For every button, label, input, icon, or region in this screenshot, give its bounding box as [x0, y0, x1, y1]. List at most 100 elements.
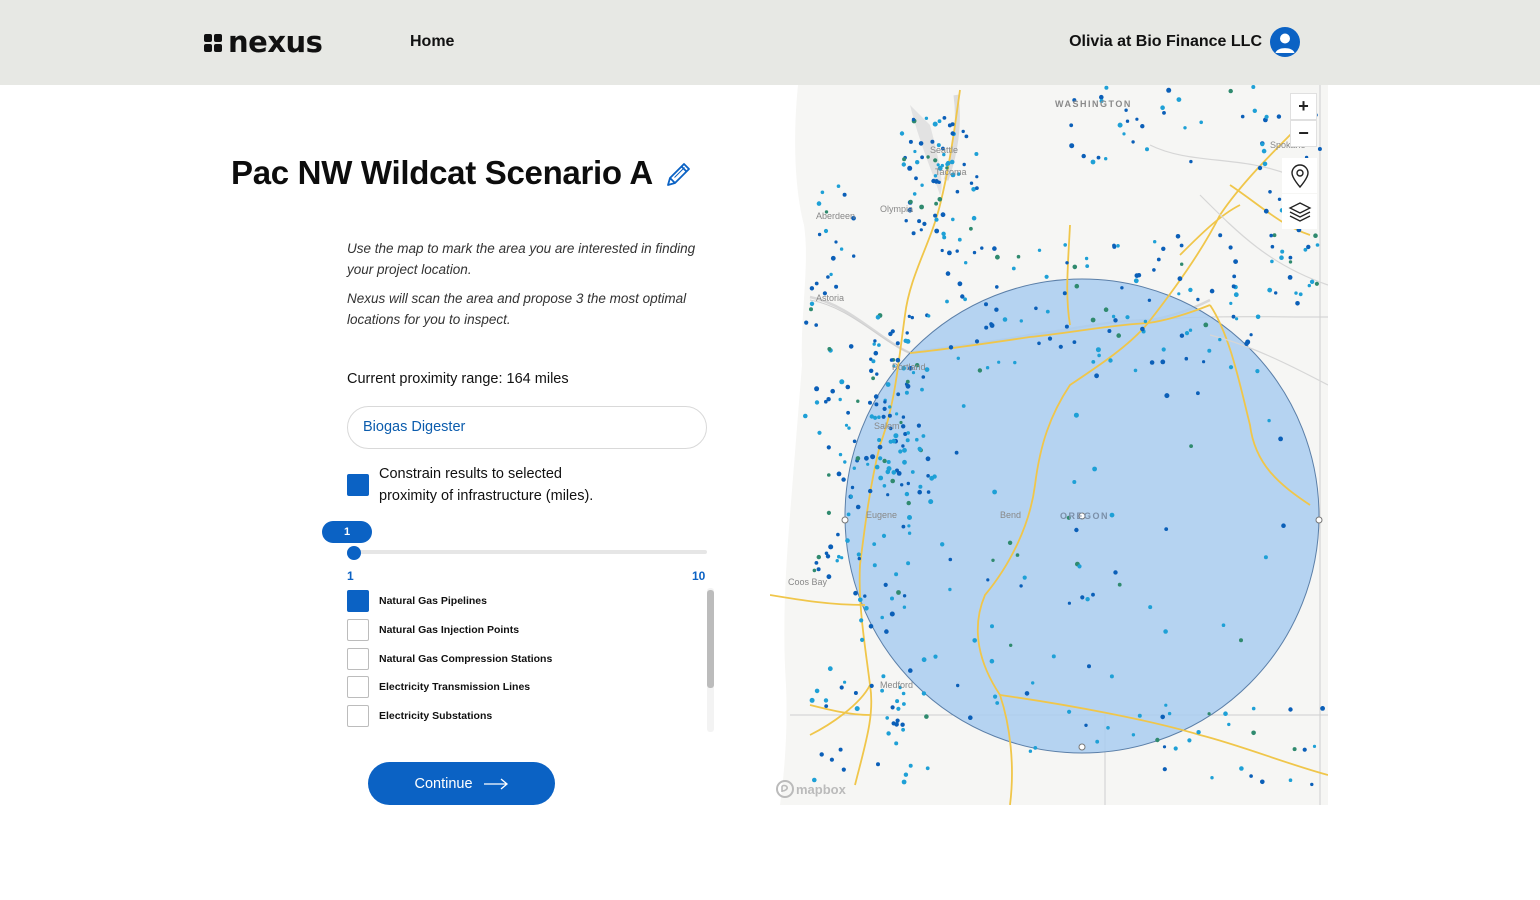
- infrastructure-point[interactable]: [1116, 244, 1120, 248]
- infrastructure-point[interactable]: [902, 605, 907, 609]
- infrastructure-point[interactable]: [1113, 318, 1118, 323]
- infrastructure-point[interactable]: [1161, 246, 1166, 251]
- infrastructure-point[interactable]: [949, 159, 955, 165]
- infrastructure-point[interactable]: [809, 301, 815, 306]
- infrastructure-point[interactable]: [925, 456, 931, 462]
- infrastructure-point[interactable]: [948, 587, 952, 592]
- infrastructure-point[interactable]: [1090, 317, 1096, 323]
- infrastructure-point[interactable]: [1233, 259, 1238, 264]
- infrastructure-point[interactable]: [977, 368, 983, 373]
- infrastructure-point[interactable]: [915, 437, 919, 442]
- infrastructure-point[interactable]: [845, 384, 851, 390]
- infrastructure-point[interactable]: [933, 654, 938, 659]
- infrastructure-point[interactable]: [1218, 337, 1222, 342]
- infrastructure-point[interactable]: [904, 491, 910, 497]
- infrastructure-point[interactable]: [1199, 120, 1203, 125]
- infrastructure-point[interactable]: [858, 597, 863, 603]
- infrastructure-point[interactable]: [1188, 328, 1193, 332]
- infrastructure-point[interactable]: [951, 217, 955, 222]
- infrastructure-point[interactable]: [1120, 286, 1124, 290]
- infrastructure-point[interactable]: [1011, 266, 1016, 271]
- infrastructure-point[interactable]: [937, 119, 942, 124]
- infrastructure-point[interactable]: [968, 715, 973, 720]
- infrastructure-point[interactable]: [885, 382, 891, 387]
- infrastructure-point[interactable]: [1085, 597, 1090, 602]
- infrastructure-point[interactable]: [870, 454, 876, 460]
- infrastructure-point[interactable]: [921, 434, 926, 438]
- infrastructure-point[interactable]: [826, 445, 831, 450]
- infrastructure-point[interactable]: [836, 532, 840, 537]
- nav-home-link[interactable]: Home: [410, 33, 454, 51]
- infrastructure-point[interactable]: [871, 376, 875, 381]
- infrastructure-point[interactable]: [993, 694, 998, 699]
- infrastructure-point[interactable]: [906, 431, 910, 435]
- infrastructure-point[interactable]: [1202, 360, 1206, 364]
- infrastructure-point[interactable]: [964, 261, 968, 265]
- infrastructure-point[interactable]: [847, 426, 851, 430]
- infrastructure-point[interactable]: [836, 471, 842, 477]
- infrastructure-point[interactable]: [843, 680, 847, 684]
- infrastructure-point[interactable]: [837, 554, 841, 559]
- infrastructure-point[interactable]: [812, 568, 817, 573]
- edit-pencil-icon[interactable]: [662, 158, 694, 190]
- user-avatar-icon[interactable]: [1270, 27, 1300, 57]
- infrastructure-point[interactable]: [918, 484, 923, 489]
- infrastructure-point[interactable]: [803, 413, 808, 419]
- infrastructure-point[interactable]: [902, 459, 907, 465]
- infrastructure-point[interactable]: [1133, 368, 1138, 373]
- infrastructure-point[interactable]: [850, 485, 855, 490]
- infrastructure-point[interactable]: [1095, 739, 1100, 744]
- infrastructure-point[interactable]: [1262, 161, 1268, 167]
- infrastructure-point[interactable]: [974, 339, 980, 344]
- infrastructure-point[interactable]: [894, 741, 899, 746]
- infrastructure-point[interactable]: [926, 155, 930, 159]
- infrastructure-point[interactable]: [910, 315, 914, 320]
- infrastructure-point[interactable]: [932, 121, 938, 127]
- infrastructure-point[interactable]: [864, 455, 869, 461]
- infrastructure-point[interactable]: [1188, 287, 1193, 293]
- infrastructure-point[interactable]: [915, 160, 920, 165]
- infrastructure-point[interactable]: [1288, 707, 1293, 712]
- infrastructure-point[interactable]: [890, 705, 895, 710]
- infrastructure-point[interactable]: [1072, 480, 1077, 484]
- infrastructure-option[interactable]: Natural Gas Compression Stations: [347, 648, 687, 670]
- infrastructure-point[interactable]: [859, 618, 864, 623]
- infrastructure-point[interactable]: [995, 285, 999, 289]
- infrastructure-point[interactable]: [1239, 766, 1244, 771]
- infrastructure-point[interactable]: [1015, 553, 1020, 557]
- nexus-logo[interactable]: nexus: [204, 25, 323, 59]
- infrastructure-point[interactable]: [1303, 247, 1308, 252]
- infrastructure-point[interactable]: [1084, 256, 1089, 261]
- infrastructure-point[interactable]: [1031, 681, 1035, 685]
- infrastructure-point[interactable]: [1167, 711, 1172, 716]
- infrastructure-point[interactable]: [902, 594, 907, 598]
- infrastructure-point[interactable]: [827, 666, 833, 672]
- infrastructure-point[interactable]: [825, 554, 831, 559]
- infrastructure-point[interactable]: [840, 556, 844, 560]
- infrastructure-point[interactable]: [1064, 324, 1069, 329]
- infrastructure-point[interactable]: [1207, 348, 1212, 353]
- infrastructure-point[interactable]: [1097, 353, 1101, 358]
- infrastructure-point[interactable]: [980, 246, 984, 250]
- infrastructure-point[interactable]: [917, 447, 923, 452]
- infrastructure-point[interactable]: [1037, 248, 1042, 252]
- infrastructure-point[interactable]: [1084, 723, 1088, 727]
- infrastructure-point[interactable]: [839, 247, 844, 251]
- infrastructure-point[interactable]: [1276, 114, 1282, 119]
- infrastructure-point[interactable]: [1162, 767, 1167, 772]
- infrastructure-point[interactable]: [828, 544, 834, 550]
- infrastructure-point[interactable]: [901, 727, 905, 732]
- infrastructure-point[interactable]: [820, 190, 825, 195]
- infrastructure-point[interactable]: [1085, 264, 1090, 268]
- infrastructure-point[interactable]: [874, 464, 880, 470]
- infrastructure-point[interactable]: [1092, 466, 1097, 472]
- infrastructure-point[interactable]: [842, 192, 847, 197]
- infrastructure-option[interactable]: Natural Gas Pipelines: [347, 590, 687, 612]
- infrastructure-point[interactable]: [930, 139, 935, 144]
- infrastructure-point[interactable]: [1091, 360, 1096, 364]
- infrastructure-point[interactable]: [1122, 132, 1126, 136]
- infrastructure-point[interactable]: [835, 559, 839, 563]
- infrastructure-point[interactable]: [1281, 523, 1286, 528]
- infrastructure-point[interactable]: [868, 624, 874, 629]
- infrastructure-point[interactable]: [997, 360, 1001, 364]
